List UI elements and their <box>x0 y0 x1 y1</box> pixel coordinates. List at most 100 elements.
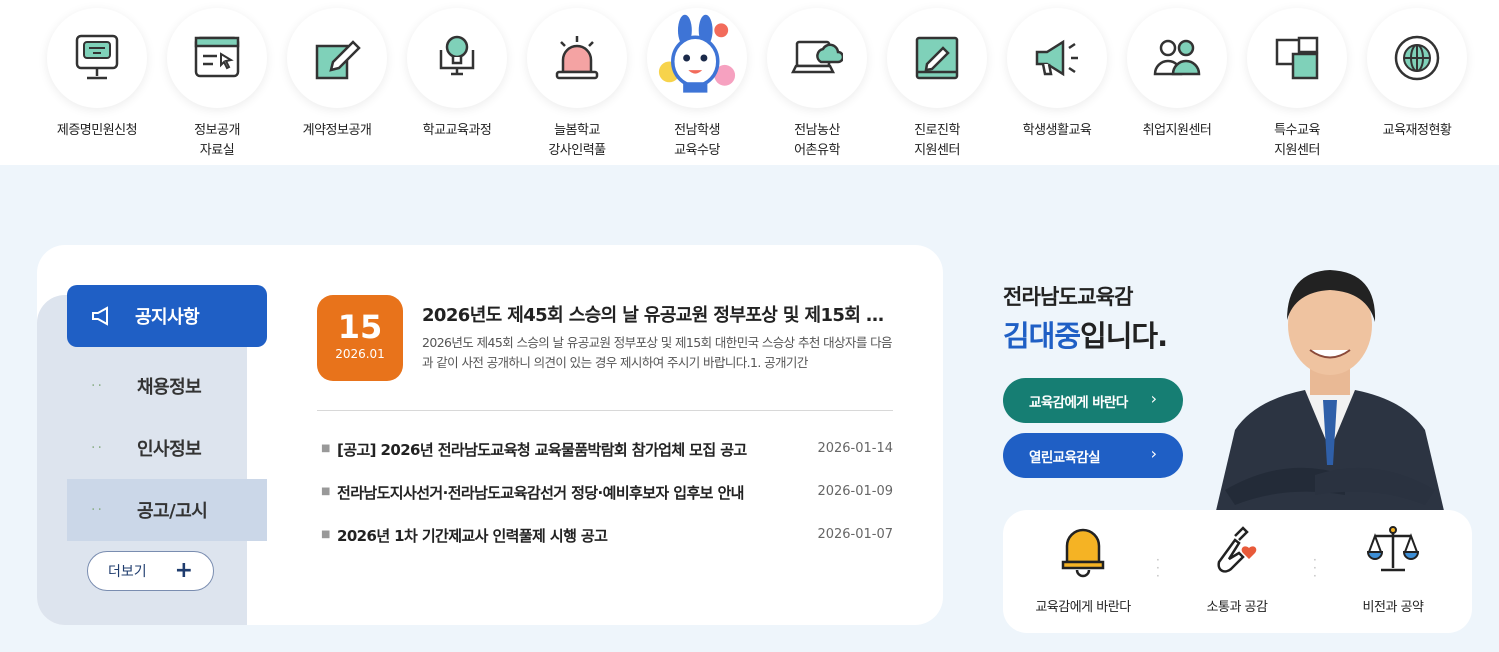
quick-item-student-life[interactable]: 학생생활교육 <box>997 8 1117 141</box>
quick-item-neulbom[interactable]: 늘봄학교 강사인력풀 <box>517 8 637 161</box>
separator-dots: · · · <box>1156 553 1160 583</box>
quick-item-label: 진로진학 지원센터 <box>914 123 960 158</box>
divider <box>317 410 893 411</box>
quick-item-contract[interactable]: 계약정보공개 <box>277 8 397 141</box>
megaphone-icon <box>1035 39 1078 77</box>
quicklink-label: 교육감에게 바란다 <box>1035 600 1131 615</box>
quick-item-finance[interactable]: 교육재정현황 <box>1357 8 1477 141</box>
superintendent-title: 전라남도교육감 <box>1003 285 1133 309</box>
superintendent-quicklinks: 교육감에게 바란다 · · · 소통과 공감 · · · 비전과 공약 <box>1003 510 1472 633</box>
quick-item-special-ed[interactable]: 특수교육 지원센터 <box>1237 8 1357 161</box>
quicklink-label: 소통과 공감 <box>1206 600 1268 615</box>
quicklink-vision[interactable]: 비전과 공약 <box>1323 522 1463 615</box>
quick-icon-circle <box>647 8 747 108</box>
quicklink-communication[interactable]: 소통과 공감 <box>1167 522 1307 615</box>
quick-icon-circle <box>167 8 267 108</box>
people-icon <box>1153 39 1201 76</box>
bullet: ■ <box>321 529 331 540</box>
notice-board: 공지사항 ·· 채용정보 ·· 인사정보 ·· 공고/고시 더보기 + 15 2… <box>37 245 943 625</box>
book-pencil-icon <box>915 36 959 80</box>
certificate-monitor-icon <box>75 34 119 80</box>
plus-icon: + <box>174 558 193 583</box>
lightbulb-monitor-icon <box>439 35 475 76</box>
button-label: 열린교육감실 <box>1029 449 1101 466</box>
quick-icon-circle <box>1367 8 1467 108</box>
quick-item-label: 취업지원센터 <box>1142 123 1212 138</box>
globe-icon <box>1394 35 1440 81</box>
superintendent-suffix: 입니다. <box>1080 319 1168 353</box>
more-button[interactable]: 더보기 + <box>87 551 214 591</box>
list-item[interactable]: ■ 2026년 1차 기간제교사 인력풀제 시행 공고 2026-01-07 <box>317 523 893 549</box>
list-item-date: 2026-01-09 <box>817 484 893 499</box>
quick-item-label: 학교교육과정 <box>422 123 492 138</box>
quick-item-label: 늘봄학교 강사인력풀 <box>548 123 606 158</box>
tab-label: 공지사항 <box>135 307 200 328</box>
bell-icon <box>1061 528 1105 578</box>
quick-item-certificate[interactable]: 제증명민원신청 <box>37 8 157 141</box>
quick-icon-circle <box>1127 8 1227 108</box>
featured-title: 2026년도 제45회 스승의 날 유공교원 정부포상 및 제15회 대한민국 … <box>422 305 894 326</box>
contract-pen-icon <box>315 40 361 80</box>
quick-item-label: 전남농산 어촌유학 <box>794 123 840 158</box>
quick-icon-circle <box>287 8 387 108</box>
list-item-title: 전라남도지사선거·전라남도교육감선거 정당·예비후보자 입후보 안내 <box>337 484 744 502</box>
tab-label: 공고/고시 <box>137 501 208 522</box>
tab-label: 인사정보 <box>137 439 202 460</box>
quick-item-info-archive[interactable]: 정보공개 자료실 <box>157 8 277 161</box>
list-item-date: 2026-01-07 <box>817 527 893 542</box>
date-badge: 15 2026.01 <box>317 295 403 381</box>
quick-item-label: 특수교육 지원센터 <box>1274 123 1320 158</box>
scale-icon <box>1366 526 1420 572</box>
puzzle-boxes-icon <box>1275 36 1319 80</box>
quick-icon-circle <box>47 8 147 108</box>
superintendent-name-line: 김대중입니다. <box>1003 313 1168 355</box>
alarm-light-icon <box>555 36 599 80</box>
list-item[interactable]: ■ 전라남도지사선거·전라남도교육감선거 정당·예비후보자 입후보 안내 202… <box>317 480 893 506</box>
tab-personnel[interactable]: ·· 인사정보 <box>67 417 267 479</box>
bullet-dots: ·· <box>91 378 104 394</box>
quick-item-label: 제증명민원신청 <box>56 123 138 138</box>
petition-button[interactable]: 교육감에게 바란다 › <box>1003 378 1183 423</box>
info-window-icon <box>194 36 240 78</box>
list-item-title: [공고] 2026년 전라남도교육청 교육물품박람회 참가업체 모집 공고 <box>337 441 747 459</box>
quick-item-label: 전남학생 교육수당 <box>674 123 720 158</box>
laptop-cloud-icon <box>791 40 843 74</box>
featured-notice[interactable]: 15 2026.01 2026년도 제45회 스승의 날 유공교원 정부포상 및… <box>317 295 894 385</box>
quick-item-curriculum[interactable]: 학교교육과정 <box>397 8 517 141</box>
megaphone-icon <box>92 306 108 326</box>
separator-dots: · · · <box>1313 553 1317 583</box>
quick-item-employment[interactable]: 취업지원센터 <box>1117 8 1237 141</box>
quick-menu: 제증명민원신청 정보공개 자료실 계약정보공개 학교교육과정 늘봄학교 강사인력… <box>0 0 1499 165</box>
tab-notice[interactable]: 공지사항 <box>67 285 267 347</box>
list-item-date: 2026-01-14 <box>817 441 893 456</box>
quick-icon-circle <box>527 8 627 108</box>
quicklink-petition[interactable]: 교육감에게 바란다 <box>1013 522 1153 615</box>
quick-item-label: 계약정보공개 <box>302 123 372 138</box>
button-label: 교육감에게 바란다 <box>1029 394 1128 411</box>
bullet: ■ <box>321 486 331 497</box>
chevron-right-icon: › <box>1150 444 1157 463</box>
quick-icon-circle <box>407 8 507 108</box>
superintendent-name: 김대중 <box>1003 319 1081 353</box>
quick-icon-circle <box>1247 8 1347 108</box>
tab-announcement[interactable]: ·· 공고/고시 <box>67 479 267 541</box>
date-year-month: 2026.01 <box>335 347 385 361</box>
bullet: ■ <box>321 443 331 454</box>
quick-icon-circle <box>767 8 867 108</box>
tab-recruitment[interactable]: ·· 채용정보 <box>67 355 267 417</box>
mascot-icon <box>658 14 736 93</box>
tab-label: 채용정보 <box>137 377 202 398</box>
list-item-title: 2026년 1차 기간제교사 인력풀제 시행 공고 <box>337 527 608 545</box>
quick-item-career[interactable]: 진로진학 지원센터 <box>877 8 997 161</box>
quick-item-rural-study[interactable]: 전남농산 어촌유학 <box>757 8 877 161</box>
more-label: 더보기 <box>108 564 147 580</box>
superintendent-photo <box>1215 270 1445 515</box>
quick-item-label: 정보공개 자료실 <box>194 123 240 158</box>
quick-item-allowance[interactable]: 전남학생 교육수당 <box>637 8 757 161</box>
quick-item-label: 학생생활교육 <box>1022 123 1092 138</box>
open-office-button[interactable]: 열린교육감실 › <box>1003 433 1183 478</box>
date-day: 15 <box>337 308 383 346</box>
list-item[interactable]: ■ [공고] 2026년 전라남도교육청 교육물품박람회 참가업체 모집 공고 … <box>317 437 893 463</box>
bullet-dots: ·· <box>91 440 104 456</box>
quick-icon-circle <box>1007 8 1107 108</box>
